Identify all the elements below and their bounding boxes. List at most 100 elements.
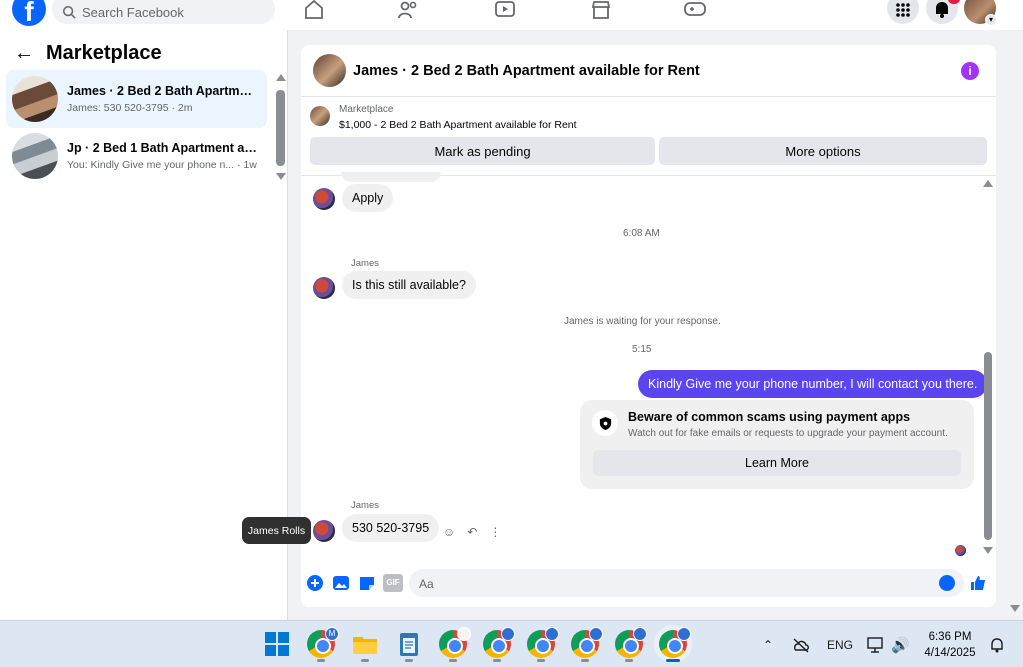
sender-tooltip: James Rolls (242, 517, 311, 544)
facebook-logo[interactable]: f (12, 0, 46, 26)
file-explorer-icon[interactable] (351, 630, 379, 658)
scrollbar-thumb[interactable] (276, 90, 285, 166)
chat-header: James · 2 Bed 2 Bath Apartment available… (301, 45, 996, 97)
message-composer: GIF Aa (301, 568, 996, 600)
chat-window: James · 2 Bed 2 Bath Apartment available… (301, 45, 996, 607)
notepad-icon[interactable] (395, 630, 423, 658)
windows-taskbar: M ⌃ ENG 🔊 6:36 PM 4/14/2025 (0, 620, 1023, 667)
chat-title[interactable]: James · 2 Bed 2 Bath Apartment available… (353, 63, 700, 79)
like-icon[interactable] (969, 574, 987, 592)
message-bubble: Apply (342, 184, 394, 212)
friends-icon[interactable] (397, 0, 419, 20)
menu-grid-icon (896, 3, 910, 17)
sender-name: James (351, 258, 379, 269)
marketplace-icon[interactable] (590, 0, 612, 20)
conversation-item[interactable]: James · 2 Bed 2 Bath Apartment... James:… (6, 70, 267, 128)
listing-thumbnail (12, 76, 58, 122)
listing-banner: Marketplace $1,000 - 2 Bed 2 Bath Apartm… (301, 98, 996, 176)
chrome-icon[interactable] (483, 627, 515, 658)
chevron-down-icon[interactable]: ▾ (985, 14, 997, 26)
volume-icon[interactable]: 🔊 (891, 621, 910, 667)
emoji-icon[interactable] (939, 575, 955, 591)
reply-icon[interactable]: ↶ (467, 525, 477, 539)
clock-date: 4/14/2025 (924, 647, 976, 659)
language-indicator[interactable]: ENG (827, 621, 853, 667)
message-bubble[interactable]: 530 520-3795 (342, 514, 440, 542)
scroll-down-arrow[interactable] (276, 173, 286, 180)
network-icon[interactable] (866, 636, 888, 654)
react-emoji-icon[interactable]: ☺ (443, 525, 455, 539)
scrollbar-thumb[interactable] (984, 352, 992, 540)
notification-center-icon[interactable] (988, 636, 1006, 654)
listing-price-title[interactable]: $1,000 - 2 Bed 2 Bath Apartment availabl… (339, 119, 577, 131)
warning-title: Beware of common scams using payment app… (628, 410, 911, 424)
read-receipt-avatar (955, 545, 966, 556)
notification-badge (948, 0, 960, 4)
search-icon (62, 5, 76, 19)
message-list: Apply 6:08 AM James Is this still availa… (301, 172, 996, 565)
message-bubble: Is this still available? (342, 271, 476, 299)
chrome-icon[interactable] (615, 627, 647, 658)
sender-avatar[interactable] (313, 520, 335, 542)
mark-as-pending-button[interactable]: Mark as pending (310, 137, 655, 165)
plus-circle-icon[interactable] (306, 574, 324, 592)
warning-subtitle: Watch out for fake emails or requests to… (628, 428, 948, 439)
clock-time: 6:36 PM (928, 631, 972, 643)
profile-badge (545, 627, 559, 641)
conversation-title: James · 2 Bed 2 Bath Apartment... (67, 84, 257, 98)
arrow-left-icon[interactable]: ← (14, 42, 34, 65)
chat-scrollbar[interactable] (983, 176, 993, 556)
conversation-title: Jp · 2 Bed 1 Bath Apartment ava... (67, 141, 257, 155)
system-clock[interactable]: 6:36 PM 4/14/2025 (918, 629, 982, 661)
sender-avatar[interactable] (313, 188, 335, 210)
cloud-offline-icon[interactable] (791, 637, 811, 653)
conversation-snippet: James: 530 520-3795 · 2m (67, 102, 193, 114)
info-icon[interactable]: i (961, 62, 979, 80)
scam-warning-card: Beware of common scams using payment app… (580, 400, 974, 489)
top-nav-bar: f Search Facebook ▾ (0, 0, 1023, 30)
gaming-icon[interactable] (684, 0, 706, 20)
more-options-button[interactable]: More options (659, 137, 987, 165)
scroll-down-arrow[interactable] (983, 547, 993, 554)
scrollbar[interactable] (276, 74, 286, 180)
photo-icon[interactable] (332, 574, 350, 592)
conversation-snippet: You: Kindly Give me your phone n... · 1w (67, 159, 257, 171)
profile-badge (633, 627, 647, 641)
message-actions: ☺ ↶ ⋮ (443, 525, 501, 539)
outgoing-message-bubble: Kindly Give me your phone number, I will… (638, 370, 988, 398)
home-icon[interactable] (303, 0, 325, 20)
listing-thumbnail[interactable] (310, 106, 330, 126)
status-text: James is waiting for your response. (564, 316, 721, 327)
chrome-icon[interactable]: M (307, 627, 339, 658)
previous-message-bubble (341, 172, 441, 182)
chevron-up-icon[interactable]: ⌃ (763, 621, 773, 667)
conversation-item[interactable]: Jp · 2 Bed 1 Bath Apartment ava... You: … (6, 127, 267, 185)
profile-badge (589, 627, 603, 641)
learn-more-button[interactable]: Learn More (593, 450, 961, 476)
chrome-icon[interactable] (527, 627, 559, 658)
scroll-up-arrow[interactable] (983, 180, 993, 187)
more-vertical-icon[interactable]: ⋮ (489, 525, 501, 539)
listing-avatar[interactable] (313, 54, 346, 87)
profile-badge (501, 627, 515, 641)
sender-name: James (351, 500, 379, 511)
windows-start-icon[interactable] (263, 630, 291, 658)
chrome-icon[interactable] (439, 627, 471, 658)
timestamp: 5:15 (632, 344, 652, 355)
menu-grid-button[interactable] (887, 0, 919, 24)
profile-badge (677, 627, 691, 641)
profile-badge: M (325, 627, 339, 641)
message-input[interactable]: Aa (409, 569, 964, 597)
sticker-icon[interactable] (358, 574, 376, 592)
chrome-icon-active[interactable] (659, 627, 691, 658)
video-icon[interactable] (494, 0, 516, 20)
gif-icon[interactable]: GIF (383, 574, 403, 592)
marketplace-label: Marketplace (339, 104, 394, 115)
page-title: Marketplace (46, 42, 162, 64)
chrome-icon[interactable] (571, 627, 603, 658)
scroll-up-arrow[interactable] (276, 74, 286, 81)
search-input[interactable]: Search Facebook (82, 5, 184, 20)
profile-badge (457, 627, 471, 641)
sender-avatar[interactable] (313, 277, 335, 299)
search-bar[interactable]: Search Facebook (52, 0, 275, 24)
